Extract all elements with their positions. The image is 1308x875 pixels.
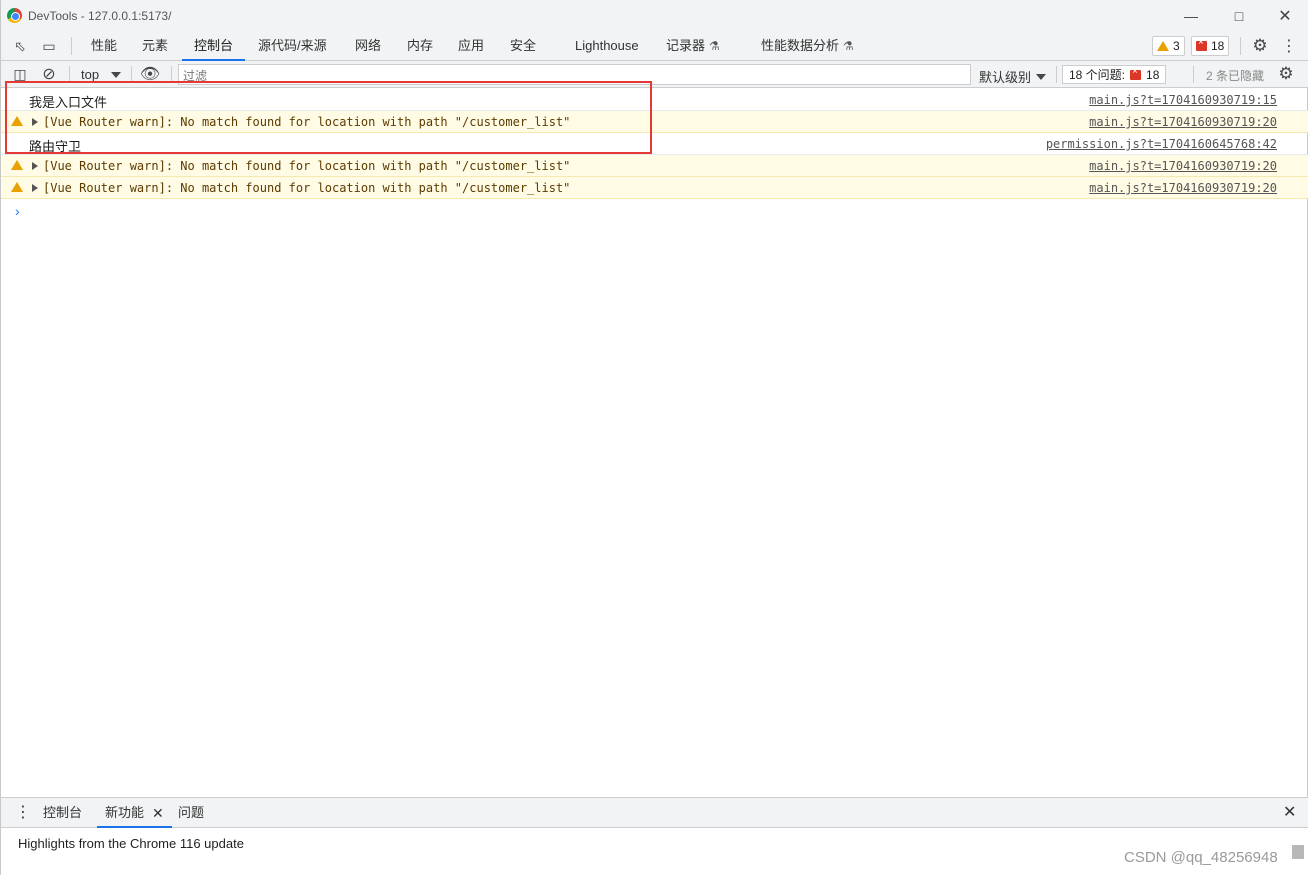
tab-console[interactable]: 控制台 xyxy=(181,31,246,61)
console-message-text: [Vue Router warn]: No match found for lo… xyxy=(43,115,571,129)
console-message-text: [Vue Router warn]: No match found for lo… xyxy=(43,159,571,173)
issues-count: 18 xyxy=(1146,67,1160,82)
console-message-text: 我是入口文件 xyxy=(29,95,108,110)
warning-count: 3 xyxy=(1173,39,1180,53)
source-link[interactable]: main.js?t=1704160930719:20 xyxy=(1089,115,1277,129)
log-levels-dropdown[interactable]: 默认级别 xyxy=(979,67,1047,86)
sidebar-toggle-icon[interactable]: ◫ xyxy=(11,65,29,83)
tab-lighthouse[interactable]: Lighthouse xyxy=(575,31,639,61)
tab-performance[interactable]: 性能 xyxy=(91,31,117,61)
tab-network[interactable]: 网络 xyxy=(355,31,381,61)
toolbar-divider xyxy=(1193,66,1194,83)
tab-memory[interactable]: 内存 xyxy=(407,31,433,61)
warning-count-badge[interactable]: 3 xyxy=(1152,36,1185,56)
drawer-tab-issues[interactable]: 问题 xyxy=(178,798,204,828)
toolbar-divider xyxy=(1056,66,1057,83)
warning-icon xyxy=(11,160,23,170)
toolbar-divider xyxy=(1240,37,1241,55)
console-toolbar: ◫ ⊘ top 👁 过滤 默认级别 18 个问题: 18 2 条已隐藏 ⚙ xyxy=(1,61,1308,88)
console-warning: [Vue Router warn]: No match found for lo… xyxy=(1,177,1308,199)
source-link[interactable]: main.js?t=1704160930719:20 xyxy=(1089,159,1277,173)
device-toolbar-icon[interactable]: ▭ xyxy=(40,37,58,55)
warning-icon xyxy=(1157,41,1169,51)
maximize-icon[interactable]: □ xyxy=(1216,0,1262,31)
tab-performance-insights-label: 性能数据分析 xyxy=(761,38,840,53)
error-count: 18 xyxy=(1211,39,1225,53)
warning-icon xyxy=(11,182,23,192)
window-title: DevTools - 127.0.0.1:5173/ xyxy=(28,8,172,23)
error-count-badge[interactable]: 18 xyxy=(1191,36,1230,56)
error-icon xyxy=(1196,37,1207,51)
experiment-flask-icon: ⚗ xyxy=(843,39,854,53)
context-selector[interactable]: top xyxy=(81,67,122,82)
toolbar-divider xyxy=(131,66,132,83)
expand-arrow-icon[interactable] xyxy=(32,184,38,192)
tab-recorder-label: 记录器 xyxy=(666,38,706,53)
issues-label: 18 个问题: xyxy=(1069,68,1126,82)
watermark-text: CSDN @qq_48256948 xyxy=(1124,849,1278,866)
context-value: top xyxy=(81,67,100,82)
inspect-element-icon[interactable]: ⬁ xyxy=(11,37,29,55)
console-settings-gear-icon[interactable]: ⚙ xyxy=(1277,64,1295,83)
chrome-logo-icon xyxy=(7,8,22,23)
console-message: 路由守卫 permission.js?t=1704160645768:42 xyxy=(1,133,1308,155)
log-levels-label: 默认级别 xyxy=(979,70,1032,85)
console-message-text: [Vue Router warn]: No match found for lo… xyxy=(43,181,571,195)
more-options-icon[interactable]: ⋮ xyxy=(1280,37,1298,55)
toolbar-divider xyxy=(171,66,172,83)
whats-new-heading: Highlights from the Chrome 116 update xyxy=(18,836,244,851)
source-link[interactable]: main.js?t=1704160930719:20 xyxy=(1089,181,1277,195)
tab-security[interactable]: 安全 xyxy=(510,31,536,61)
issues-button[interactable]: 18 个问题: 18 xyxy=(1062,65,1167,84)
warning-icon xyxy=(11,116,23,126)
tab-recorder[interactable]: 记录器 ⚗ xyxy=(666,31,720,61)
console-warning: [Vue Router warn]: No match found for lo… xyxy=(1,155,1308,177)
toolbar-divider xyxy=(71,37,72,55)
live-expression-eye-icon[interactable]: 👁 xyxy=(140,65,160,83)
console-messages: 我是入口文件 main.js?t=1704160930719:15 [Vue R… xyxy=(1,89,1308,199)
error-icon xyxy=(1130,66,1142,80)
expand-arrow-icon[interactable] xyxy=(32,162,38,170)
hidden-messages-count: 2 条已隐藏 xyxy=(1206,69,1265,83)
scrollbar-thumb[interactable] xyxy=(1292,845,1304,859)
clear-console-icon[interactable]: ⊘ xyxy=(40,65,58,83)
tab-elements[interactable]: 元素 xyxy=(142,31,168,61)
toolbar-divider xyxy=(69,66,70,83)
console-prompt[interactable]: › xyxy=(15,203,20,219)
tab-application[interactable]: 应用 xyxy=(458,31,484,61)
console-warning: [Vue Router warn]: No match found for lo… xyxy=(1,111,1308,133)
experiment-flask-icon: ⚗ xyxy=(709,39,720,53)
drawer-menu-icon[interactable]: ⋮ xyxy=(15,798,31,828)
panel-tab-bar: ⬁ ▭ 性能 元素 控制台 源代码/来源 网络 内存 应用 安全 Lightho… xyxy=(1,31,1308,61)
expand-arrow-icon[interactable] xyxy=(32,118,38,126)
chevron-down-icon xyxy=(111,71,122,78)
filter-input[interactable]: 过滤 xyxy=(178,64,971,85)
settings-gear-icon[interactable]: ⚙ xyxy=(1251,36,1269,55)
chevron-down-icon xyxy=(1036,73,1047,80)
drawer-content: Highlights from the Chrome 116 update CS… xyxy=(1,828,1308,875)
tab-performance-insights[interactable]: 性能数据分析 ⚗ xyxy=(761,31,854,61)
drawer-tab-console[interactable]: 控制台 xyxy=(43,798,82,828)
close-icon[interactable]: ✕ xyxy=(1262,0,1308,31)
window-titlebar: DevTools - 127.0.0.1:5173/ xyxy=(1,0,1308,31)
minimize-icon[interactable]: — xyxy=(1168,0,1214,31)
console-message: 我是入口文件 main.js?t=1704160930719:15 xyxy=(1,89,1308,111)
close-drawer-icon[interactable]: ✕ xyxy=(1283,798,1296,828)
tab-sources[interactable]: 源代码/来源 xyxy=(258,31,327,61)
close-tab-icon[interactable]: ✕ xyxy=(152,798,164,828)
console-message-text: 路由守卫 xyxy=(29,139,82,154)
source-link[interactable]: permission.js?t=1704160645768:42 xyxy=(1046,137,1277,151)
drawer-tab-whats-new[interactable]: 新功能 xyxy=(96,798,173,828)
source-link[interactable]: main.js?t=1704160930719:15 xyxy=(1089,93,1277,107)
drawer-tab-bar: ⋮ 控制台 新功能 ✕ 问题 ✕ xyxy=(1,797,1308,828)
